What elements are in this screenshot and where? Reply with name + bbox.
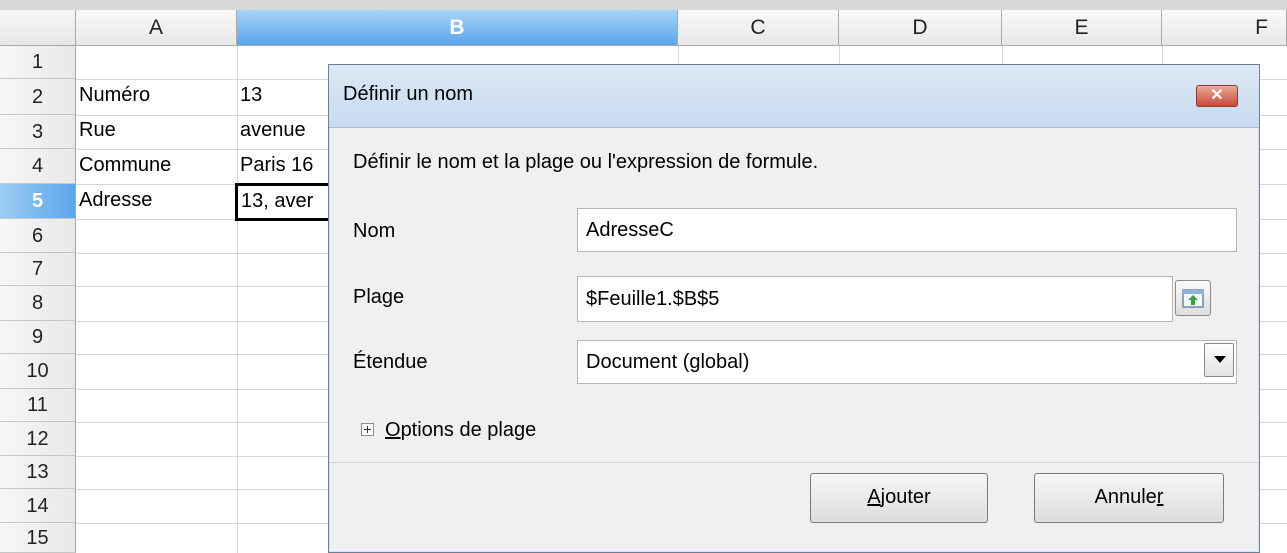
row-header-7[interactable]: 7 xyxy=(0,253,76,286)
column-header-d[interactable]: D xyxy=(839,10,1002,46)
cancel-button[interactable]: Annuler xyxy=(1034,473,1224,523)
column-header-c[interactable]: C xyxy=(678,10,839,46)
add-label: jouter xyxy=(880,486,931,508)
scope-dropdown-button[interactable] xyxy=(1204,343,1234,377)
close-icon: ✕ xyxy=(1210,87,1224,104)
cell-a5[interactable]: Adresse xyxy=(76,189,236,212)
add-button[interactable]: Ajouter xyxy=(810,473,988,523)
range-options-toggle[interactable]: Options de plage xyxy=(385,419,536,442)
cell-a2[interactable]: Numéro xyxy=(76,84,236,107)
options-accel: O xyxy=(385,419,401,441)
row-header-14[interactable]: 14 xyxy=(0,489,76,523)
range-label: Plage xyxy=(353,286,405,308)
add-accel: A xyxy=(867,486,881,508)
cancel-accel: r xyxy=(1156,486,1164,508)
cell-a4[interactable]: Commune xyxy=(76,154,236,177)
toolbar-edge xyxy=(0,0,1287,10)
dialog-separator xyxy=(329,462,1259,463)
cell-b3[interactable]: avenue xyxy=(237,119,327,142)
column-header-e[interactable]: E xyxy=(1002,10,1162,46)
column-header-a[interactable]: A xyxy=(76,10,237,46)
expand-plus-icon[interactable] xyxy=(361,423,374,436)
row-header-10[interactable]: 10 xyxy=(0,354,76,389)
cell-b4[interactable]: Paris 16 xyxy=(237,154,327,177)
name-label: Nom xyxy=(353,220,396,242)
define-name-dialog: Définir un nom ✕ Définir le nom et la pl… xyxy=(328,64,1260,553)
options-label: ptions de plage xyxy=(400,419,537,441)
cancel-label: Annule xyxy=(1094,486,1157,508)
row-header-3[interactable]: 3 xyxy=(0,115,76,149)
row-header-4[interactable]: 4 xyxy=(0,149,76,184)
row-header-15[interactable]: 15 xyxy=(0,523,76,553)
column-header-f[interactable]: F xyxy=(1162,10,1287,46)
row-header-13[interactable]: 13 xyxy=(0,456,76,489)
cell-b2[interactable]: 13 xyxy=(237,84,327,107)
name-input[interactable]: AdresseC xyxy=(577,208,1237,252)
row-header-1[interactable]: 1 xyxy=(0,46,76,79)
close-button[interactable]: ✕ xyxy=(1196,85,1238,107)
shrink-range-button[interactable] xyxy=(1175,280,1211,316)
shrink-icon xyxy=(1182,289,1204,308)
dialog-description: Définir le nom et la plage ou l'expressi… xyxy=(353,151,819,173)
scope-selected-value: Document (global) xyxy=(586,351,750,373)
scope-select[interactable]: Document (global) xyxy=(577,340,1237,384)
row-header-2[interactable]: 2 xyxy=(0,79,76,115)
row-header-6[interactable]: 6 xyxy=(0,219,76,253)
select-all-corner[interactable] xyxy=(0,10,76,46)
cell-a3[interactable]: Rue xyxy=(76,119,236,142)
row-header-11[interactable]: 11 xyxy=(0,389,76,422)
row-header-8[interactable]: 8 xyxy=(0,286,76,321)
row-header-12[interactable]: 12 xyxy=(0,422,76,456)
row-header-9[interactable]: 9 xyxy=(0,321,76,354)
dialog-titlebar[interactable]: Définir un nom ✕ xyxy=(329,65,1259,128)
scope-label: Étendue xyxy=(353,351,428,373)
row-header-5[interactable]: 5 xyxy=(0,184,76,219)
cell-b5-active[interactable]: 13, aver xyxy=(235,183,335,221)
chevron-down-icon xyxy=(1214,356,1226,363)
column-header-b[interactable]: B xyxy=(237,10,678,46)
dialog-title: Définir un nom xyxy=(343,83,474,105)
range-input[interactable]: $Feuille1.$B$5 xyxy=(577,276,1173,322)
